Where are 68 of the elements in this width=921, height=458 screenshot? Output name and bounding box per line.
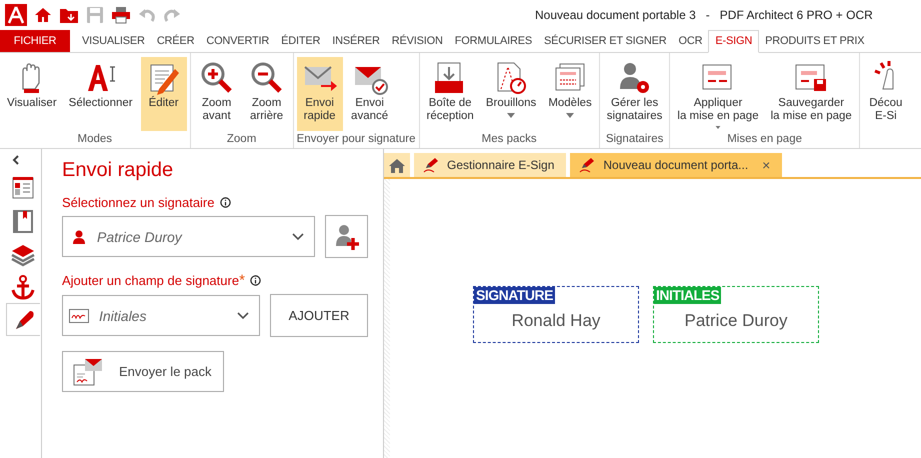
info-icon[interactable] <box>220 197 230 208</box>
ribbon-button[interactable]: Boîte de réception <box>422 57 478 131</box>
group-label: Envoyer pour signature <box>296 132 416 147</box>
group-label: Zoom <box>226 132 258 147</box>
signature-pen-icon <box>578 156 596 174</box>
signature-field[interactable]: SIGNATURE Ronald Hay <box>473 286 639 343</box>
field-label: Ajouter un champ de signature <box>62 273 240 288</box>
info-icon[interactable] <box>250 275 261 286</box>
field-label: Sélectionnez un signataire <box>62 195 214 210</box>
ribbon-tab[interactable]: CONVERTIR <box>200 30 276 52</box>
ribbon-button[interactable]: Envoi rapide <box>296 57 343 131</box>
ribbon-button[interactable]: Modèles <box>544 57 596 131</box>
ribbon-tab[interactable]: PRODUITS ET PRIX <box>759 30 870 52</box>
ribbon-button[interactable]: Zoom arrière <box>244 57 290 131</box>
send-envelope-icon <box>73 358 103 386</box>
add-button[interactable]: AJOUTER <box>270 294 368 337</box>
side-tab[interactable] <box>6 303 40 336</box>
ribbon-tab[interactable]: INSÉRER <box>326 30 386 52</box>
signature-field[interactable]: INITIALES Patrice Duroy <box>653 286 819 343</box>
ribbon-tab[interactable]: OCR <box>672 30 708 52</box>
ribbon-button[interactable]: Appliquer la mise en page <box>673 57 763 131</box>
panel-title: Envoi rapide <box>62 159 174 182</box>
group-label: Modes <box>76 132 114 147</box>
document-tab[interactable]: Gestionnaire E-Sign <box>414 153 566 177</box>
panel-tab-icon <box>10 274 36 300</box>
home-icon <box>389 158 405 172</box>
send-pack-button[interactable]: Envoyer le pack <box>62 351 224 392</box>
signature-field-dropdown[interactable]: Initiales <box>62 295 260 336</box>
ribbon-tab[interactable]: CRÉER <box>150 30 200 52</box>
ribbon-tab[interactable]: ÉDITER <box>275 30 326 52</box>
ribbon-button[interactable]: Zoom avant <box>194 57 240 131</box>
person-icon <box>73 230 85 244</box>
required-mark: * <box>239 272 245 289</box>
collapse-icon[interactable] <box>12 155 20 165</box>
panel-tab-icon <box>10 174 36 200</box>
ribbon-button[interactable]: Éditer <box>140 57 187 131</box>
ribbon-tab[interactable]: SÉCURISER ET SIGNER <box>538 30 673 52</box>
folder-icon[interactable] <box>59 6 79 24</box>
group-label: Mes packs <box>480 132 538 147</box>
ribbon-tab[interactable]: RÉVISION <box>386 30 449 52</box>
panel-tab-icon <box>10 208 36 234</box>
ribbon-button[interactable]: Envoi avancé <box>346 57 393 131</box>
window-title: Nouveau document portable 3 - PDF Architect 6 PRO + OCR <box>535 8 873 22</box>
close-button[interactable]: × <box>762 157 770 173</box>
initials-icon <box>69 308 89 322</box>
chevron-down-icon <box>237 312 249 320</box>
ribbon-button[interactable]: Décou E-Si <box>862 57 909 131</box>
ribbon-button[interactable]: Sauvegarder la mise en page <box>766 57 856 131</box>
add-person-icon <box>334 224 360 250</box>
signature-pen-icon <box>422 156 439 174</box>
document-tab[interactable]: Nouveau document porta... × <box>570 153 782 177</box>
signer-dropdown[interactable]: Patrice Duroy <box>62 216 315 257</box>
chevron-down-icon <box>292 232 304 240</box>
ribbon-button[interactable]: Brouillons <box>482 57 540 131</box>
group-label: Mises en page <box>726 132 803 147</box>
app-logo-icon[interactable] <box>5 4 27 26</box>
add-signer-button[interactable] <box>325 215 368 258</box>
group-label: Signataires <box>604 132 664 147</box>
ribbon-button[interactable]: Visualiser <box>3 57 61 131</box>
home-icon[interactable] <box>34 6 52 24</box>
ribbon-button[interactable]: Sélectionner <box>64 57 137 131</box>
ribbon-tab[interactable]: VISUALISER <box>76 30 151 52</box>
document-tab[interactable] <box>384 153 410 177</box>
ribbon-tab[interactable]: FORMULAIRES <box>448 30 538 52</box>
print-icon[interactable] <box>111 6 131 24</box>
ribbon-tab[interactable]: E-SIGN <box>708 30 760 53</box>
file-menu[interactable]: FICHIER <box>0 30 70 52</box>
ribbon-button[interactable]: Gérer les signataires <box>602 57 666 131</box>
